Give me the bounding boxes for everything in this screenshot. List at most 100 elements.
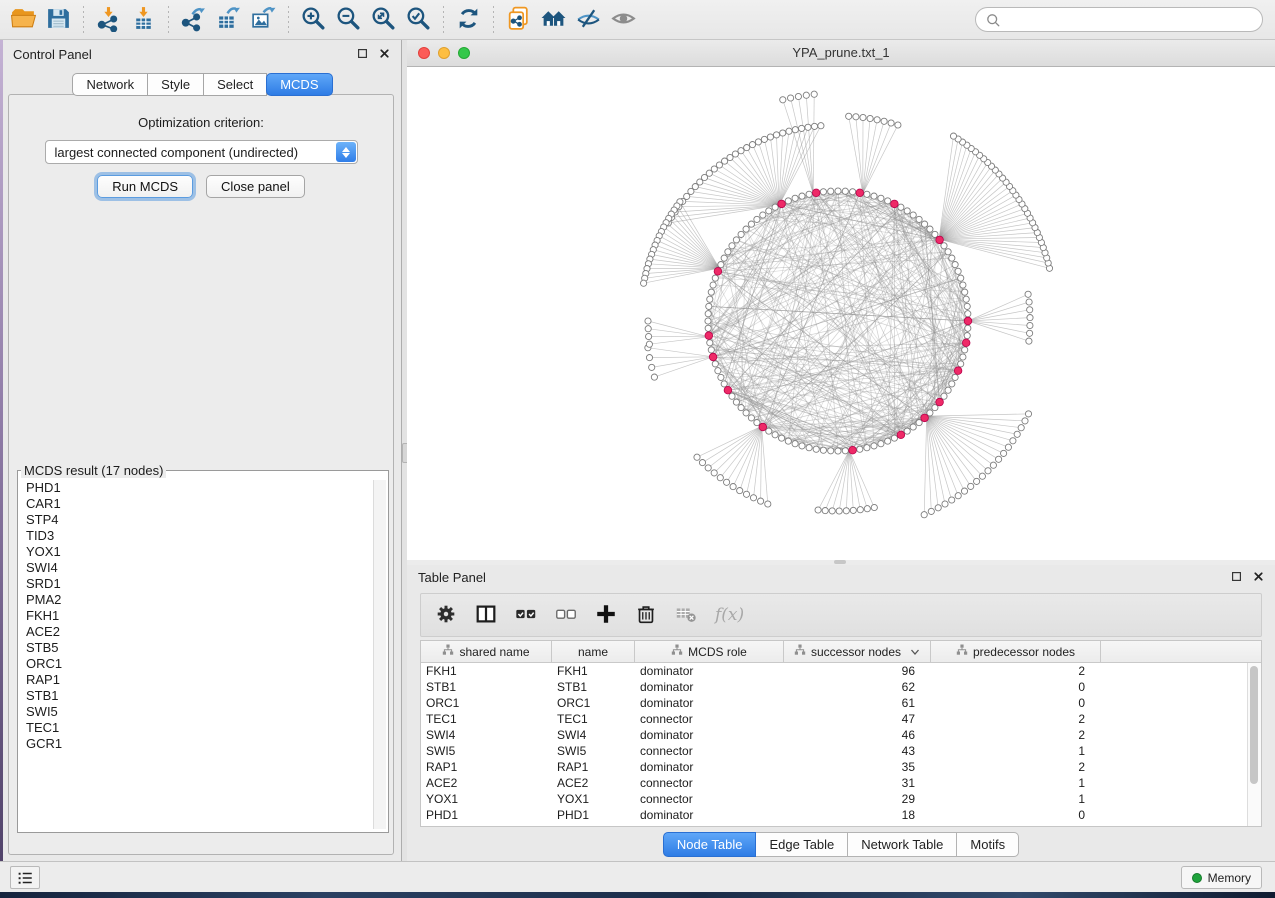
optimization-criterion-label: Optimization criterion:: [9, 115, 393, 130]
optimization-select[interactable]: largest connected component (undirected): [45, 140, 358, 164]
eye-gray-button[interactable]: [606, 4, 641, 36]
tab-select[interactable]: Select: [204, 73, 267, 96]
refresh-button[interactable]: [451, 4, 486, 36]
mcds-node-item[interactable]: TID3: [26, 528, 372, 544]
tab-network-table[interactable]: Network Table: [848, 832, 957, 857]
mcds-node-item[interactable]: ORC1: [26, 656, 372, 672]
memory-button[interactable]: Memory: [1181, 866, 1262, 889]
gear-button[interactable]: [433, 602, 459, 628]
search-input[interactable]: [1007, 12, 1253, 28]
table-row[interactable]: YOX1YOX1connector291: [421, 791, 1261, 807]
zoom-out-icon: [335, 5, 362, 35]
zoom-in-button[interactable]: [296, 4, 331, 36]
mcds-node-item[interactable]: STB5: [26, 640, 372, 656]
zoom-out-button[interactable]: [331, 4, 366, 36]
mcds-node-item[interactable]: STB1: [26, 688, 372, 704]
table-row[interactable]: FKH1FKH1dominator962: [421, 663, 1261, 679]
mcds-node-item[interactable]: FKH1: [26, 608, 372, 624]
table-row[interactable]: ORC1ORC1dominator610: [421, 695, 1261, 711]
close-panel-button[interactable]: Close panel: [206, 175, 305, 198]
column-header-successor-nodes[interactable]: successor nodes: [784, 641, 931, 662]
task-history-button[interactable]: [10, 866, 40, 889]
table-row[interactable]: RAP1RAP1dominator352: [421, 759, 1261, 775]
export-image-button[interactable]: [246, 4, 281, 36]
check-boxes-button[interactable]: [513, 602, 539, 628]
mcds-node-item[interactable]: TEC1: [26, 720, 372, 736]
float-panel-icon[interactable]: [356, 47, 369, 60]
column-header-shared-name[interactable]: shared name: [421, 641, 552, 662]
table-row[interactable]: STB1STB1dominator620: [421, 679, 1261, 695]
mcds-result-box: MCDS result (17 nodes) PHD1CAR1STP4TID3Y…: [17, 463, 389, 833]
tab-mcds[interactable]: MCDS: [266, 73, 332, 96]
network-titlebar[interactable]: YPA_prune.txt_1: [407, 40, 1275, 67]
gear-icon: [434, 602, 458, 629]
zoom-selected-button[interactable]: [401, 4, 436, 36]
mcds-node-item[interactable]: ACE2: [26, 624, 372, 640]
close-panel-icon[interactable]: [378, 47, 391, 60]
mcds-result-list[interactable]: PHD1CAR1STP4TID3YOX1SWI4SRD1PMA2FKH1ACE2…: [21, 480, 372, 829]
tab-network[interactable]: Network: [72, 73, 148, 96]
eye-slash-button[interactable]: [571, 4, 606, 36]
tab-motifs[interactable]: Motifs: [957, 832, 1019, 857]
close-table-panel-icon[interactable]: [1252, 570, 1265, 583]
mcds-node-item[interactable]: GCR1: [26, 736, 372, 752]
mcds-node-item[interactable]: PMA2: [26, 592, 372, 608]
network-canvas[interactable]: [407, 67, 1275, 559]
export-network-button[interactable]: [176, 4, 211, 36]
import-network-icon: [95, 5, 122, 35]
table-x-button[interactable]: [673, 602, 699, 628]
toolbar-icon-groups: [6, 4, 641, 36]
tab-edge-table[interactable]: Edge Table: [756, 832, 848, 857]
tab-style[interactable]: Style: [148, 73, 204, 96]
mcds-node-item[interactable]: SRD1: [26, 576, 372, 592]
horizontal-splitter-grip[interactable]: [834, 560, 846, 564]
empty-boxes-button[interactable]: [553, 602, 579, 628]
zoom-fit-button[interactable]: [366, 4, 401, 36]
columns-button[interactable]: [473, 602, 499, 628]
search-icon: [985, 12, 1001, 28]
tab-node-table[interactable]: Node Table: [663, 832, 757, 857]
column-header-predecessor-nodes[interactable]: predecessor nodes: [931, 641, 1101, 662]
plus-icon: [594, 602, 618, 629]
function-builder-button[interactable]: f(x): [713, 605, 746, 625]
memory-status-dot: [1192, 873, 1202, 883]
houses-button[interactable]: [536, 4, 571, 36]
mcds-node-item[interactable]: SWI5: [26, 704, 372, 720]
table-row[interactable]: TEC1TEC1connector472: [421, 711, 1261, 727]
trash-button[interactable]: [633, 602, 659, 628]
plus-button[interactable]: [593, 602, 619, 628]
mcds-node-item[interactable]: PHD1: [26, 480, 372, 496]
save-button[interactable]: [41, 4, 76, 36]
memory-label: Memory: [1208, 871, 1251, 885]
table-row[interactable]: PHD1PHD1dominator180: [421, 807, 1261, 823]
table-row[interactable]: ACE2ACE2connector311: [421, 775, 1261, 791]
table-row[interactable]: SWI5SWI5connector431: [421, 743, 1261, 759]
table-row[interactable]: SWI4SWI4dominator462: [421, 727, 1261, 743]
mcds-node-item[interactable]: STP4: [26, 512, 372, 528]
network-title: YPA_prune.txt_1: [407, 45, 1275, 60]
mcds-node-item[interactable]: YOX1: [26, 544, 372, 560]
column-header-MCDS-role[interactable]: MCDS role: [635, 641, 784, 662]
mcds-result-scrollbar[interactable]: [373, 480, 386, 829]
run-mcds-button[interactable]: Run MCDS: [97, 175, 193, 198]
import-table-button[interactable]: [126, 4, 161, 36]
search-box[interactable]: [975, 7, 1263, 32]
mcds-node-item[interactable]: SWI4: [26, 560, 372, 576]
eye-slash-icon: [575, 5, 602, 35]
network-window: YPA_prune.txt_1: [407, 40, 1275, 560]
table-rows: FKH1FKH1dominator962STB1STB1dominator620…: [421, 663, 1261, 823]
docs-share-button[interactable]: [501, 4, 536, 36]
table-scrollbar[interactable]: [1247, 663, 1261, 826]
column-header-name[interactable]: name: [552, 641, 635, 662]
mcds-node-item[interactable]: CAR1: [26, 496, 372, 512]
export-table-button[interactable]: [211, 4, 246, 36]
mcds-node-item[interactable]: RAP1: [26, 672, 372, 688]
import-network-button[interactable]: [91, 4, 126, 36]
node-table: shared namenameMCDS rolesuccessor nodesp…: [420, 640, 1262, 827]
table-scrollbar-thumb[interactable]: [1250, 666, 1258, 784]
float-table-panel-icon[interactable]: [1230, 570, 1243, 583]
column-type-icon: [794, 644, 806, 659]
zoom-fit-icon: [370, 5, 397, 35]
open-folder-button[interactable]: [6, 4, 41, 36]
zoom-in-icon: [300, 5, 327, 35]
